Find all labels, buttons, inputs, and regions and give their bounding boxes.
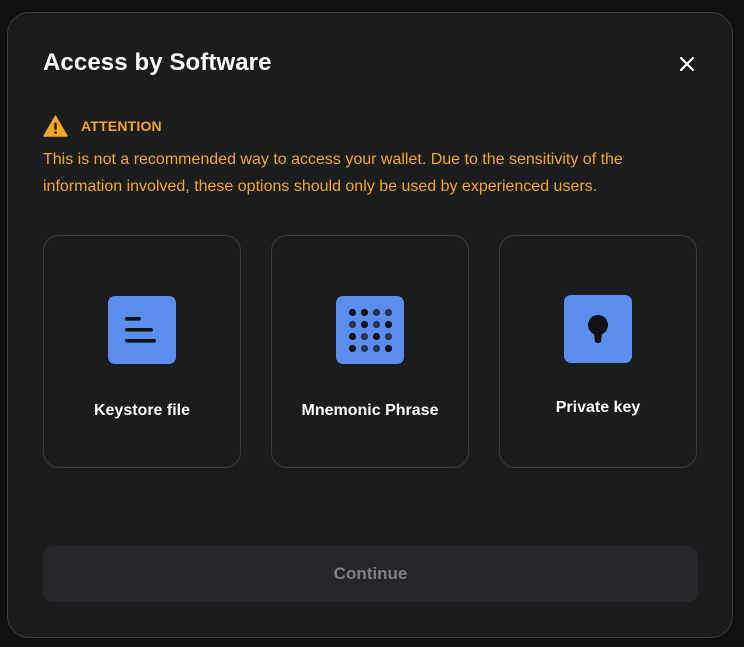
attention-message: This is not a recommended way to access … — [43, 151, 623, 195]
continue-button[interactable]: Continue — [43, 546, 698, 602]
option-keystore-file[interactable]: Keystore file — [43, 235, 241, 468]
keystore-file-icon — [108, 296, 176, 364]
attention-header: ATTENTION — [43, 115, 162, 137]
access-by-software-modal: Access by Software ATTENTION This is not… — [7, 12, 733, 638]
option-private-key[interactable]: Private key — [499, 235, 697, 468]
option-label: Keystore file — [93, 402, 191, 419]
close-button[interactable] — [672, 49, 702, 79]
continue-button-label: Continue — [333, 564, 408, 583]
mnemonic-grid-icon — [336, 296, 404, 364]
keyhole-icon — [564, 295, 632, 363]
warning-icon — [43, 115, 68, 137]
modal-title: Access by Software — [43, 49, 272, 76]
close-icon — [680, 57, 694, 71]
option-mnemonic-phrase[interactable]: Mnemonic Phrase — [271, 235, 469, 468]
option-label: Mnemonic Phrase — [301, 402, 439, 419]
attention-label: ATTENTION — [81, 118, 162, 134]
option-label: Private key — [555, 399, 641, 416]
